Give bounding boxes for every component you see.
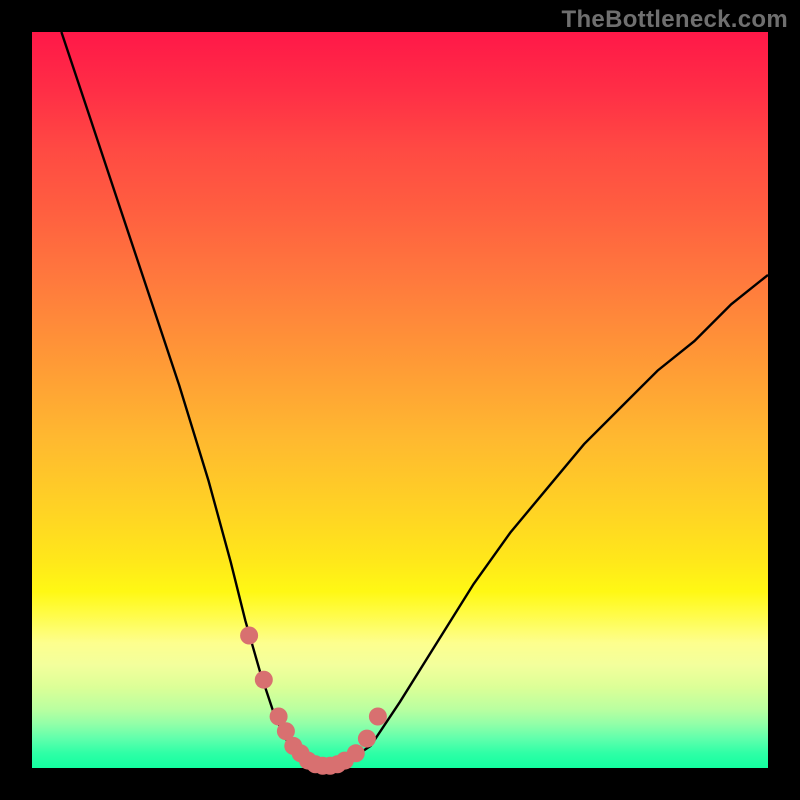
highlight-dots xyxy=(240,627,387,775)
highlight-dot xyxy=(369,708,387,726)
highlight-dot xyxy=(255,671,273,689)
highlight-dot xyxy=(240,627,258,645)
highlight-dot xyxy=(347,744,365,762)
bottleneck-curve xyxy=(61,32,768,768)
watermark-text: TheBottleneck.com xyxy=(562,6,788,34)
highlight-dot xyxy=(358,730,376,748)
chart-plot-area xyxy=(32,32,768,768)
chart-svg xyxy=(32,32,768,768)
